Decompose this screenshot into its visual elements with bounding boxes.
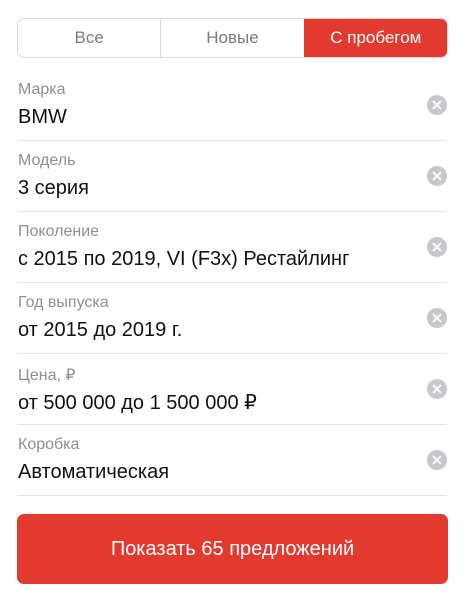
- clear-x-circle-icon[interactable]: [427, 95, 447, 115]
- field-brand-label: Марка: [18, 81, 66, 98]
- show-offers-label: Показать 65 предложений: [110, 537, 355, 560]
- tab-all[interactable]: Все: [18, 19, 160, 57]
- tab-used[interactable]: С пробегом: [303, 19, 447, 57]
- field-generation[interactable]: Поколение с 2015 по 2019, VI (F3x) Реста…: [17, 212, 447, 283]
- field-transmission[interactable]: Коробка Автоматическая: [17, 425, 447, 496]
- field-brand[interactable]: Марка BMW: [17, 70, 447, 141]
- field-transmission-value: Автоматическая: [18, 461, 170, 483]
- field-year-label: Год выпуска: [18, 294, 109, 311]
- field-price-label: Цена, ₽: [18, 367, 76, 384]
- field-model-value: 3 серия: [18, 177, 89, 199]
- field-brand-value: BMW: [18, 106, 67, 128]
- field-price[interactable]: Цена, ₽ от 500 000 до 1 500 000 ₽: [17, 354, 447, 425]
- clear-x-circle-icon[interactable]: [427, 308, 447, 328]
- field-model-label: Модель: [18, 152, 76, 169]
- clear-x-circle-icon[interactable]: [427, 237, 447, 257]
- field-price-value: от 500 000 до 1 500 000 ₽: [18, 392, 257, 414]
- field-model[interactable]: Модель 3 серия: [17, 141, 447, 212]
- show-offers-button[interactable]: Показать 65 предложений: [17, 514, 448, 584]
- field-generation-value: с 2015 по 2019, VI (F3x) Рестайлинг: [18, 248, 350, 270]
- field-year[interactable]: Год выпуска от 2015 до 2019 г.: [17, 283, 447, 354]
- field-transmission-label: Коробка: [18, 436, 80, 453]
- clear-x-circle-icon[interactable]: [427, 450, 447, 470]
- clear-x-circle-icon[interactable]: [427, 379, 447, 399]
- tab-new[interactable]: Новые: [160, 19, 303, 57]
- condition-segmented-control: Все Новые С пробегом: [17, 18, 448, 58]
- clear-x-circle-icon[interactable]: [427, 166, 447, 186]
- field-year-value: от 2015 до 2019 г.: [18, 319, 183, 341]
- field-generation-label: Поколение: [18, 223, 100, 240]
